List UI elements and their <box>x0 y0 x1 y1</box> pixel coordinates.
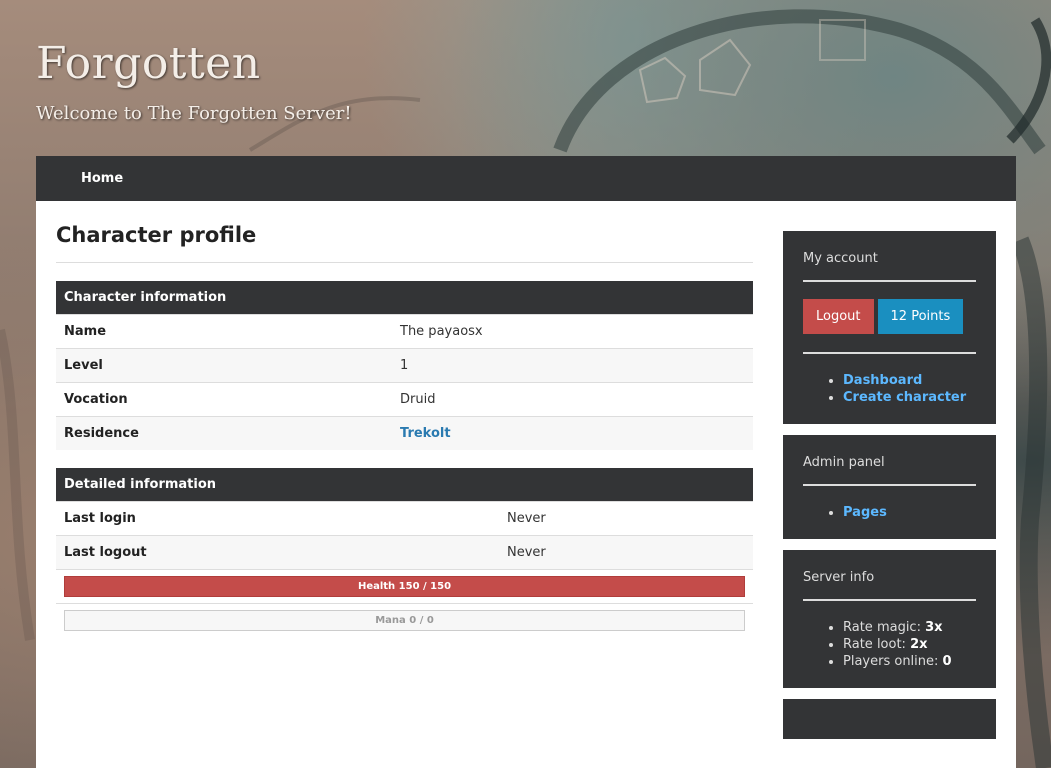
last-logout-label: Last logout <box>56 534 499 569</box>
table-row: Residence Trekolt <box>56 415 753 450</box>
last-login-label: Last login <box>56 500 499 535</box>
table-row: Name The payaosx <box>56 313 753 348</box>
rate-loot-value: 2x <box>910 637 928 652</box>
mana-cell: Mana 0 / 0 <box>56 602 753 637</box>
rate-magic-label: Rate magic: <box>843 620 926 635</box>
nav-home-link[interactable]: Home <box>81 171 123 186</box>
mana-row: Mana 0 / 0 <box>56 602 753 637</box>
points-button[interactable]: 12 Points <box>877 299 964 334</box>
players-online-label: Players online: <box>843 654 943 669</box>
residence-cell: Trekolt <box>392 415 753 450</box>
last-login-value: Never <box>499 500 753 535</box>
health-bar: Health 150 / 150 <box>64 575 745 597</box>
last-logout-value: Never <box>499 534 753 569</box>
list-item: Dashboard <box>843 372 976 389</box>
vocation-label: Vocation <box>56 381 392 416</box>
pages-link[interactable]: Pages <box>843 505 887 520</box>
server-info-list: Rate magic: 3x Rate loot: 2x Players onl… <box>803 601 976 670</box>
my-account-widget: My account Logout 12 Points Dashboard Cr… <box>783 231 996 424</box>
list-item: Pages <box>843 504 976 521</box>
mana-bar: Mana 0 / 0 <box>64 609 745 631</box>
main-column: Character profile Character information … <box>56 201 753 637</box>
account-buttons: Logout 12 Points <box>803 282 976 354</box>
health-cell: Health 150 / 150 <box>56 568 753 603</box>
players-online-value: 0 <box>942 654 952 669</box>
account-links: Dashboard Create character <box>803 354 976 406</box>
admin-links: Pages <box>803 486 976 521</box>
level-label: Level <box>56 347 392 382</box>
sidebar: My account Logout 12 Points Dashboard Cr… <box>783 231 996 750</box>
logout-button[interactable]: Logout <box>803 299 874 334</box>
table-row: Last login Never <box>56 500 753 535</box>
vocation-value: Druid <box>392 381 753 416</box>
health-row: Health 150 / 150 <box>56 568 753 603</box>
level-value: 1 <box>392 347 753 382</box>
server-info-widget: Server info Rate magic: 3x Rate loot: 2x… <box>783 550 996 688</box>
list-item: Rate loot: 2x <box>843 636 976 653</box>
list-item: Create character <box>843 389 976 406</box>
character-info-header: Character information <box>56 281 753 314</box>
detailed-info-header: Detailed information <box>56 468 753 501</box>
create-character-link[interactable]: Create character <box>843 390 966 405</box>
server-info-title: Server info <box>803 570 976 601</box>
rate-loot-label: Rate loot: <box>843 637 911 652</box>
character-info-table: Character information Name The payaosx L… <box>56 281 753 450</box>
list-item: Players online: 0 <box>843 653 976 670</box>
residence-link[interactable]: Trekolt <box>400 426 451 441</box>
table-row: Last logout Never <box>56 534 753 569</box>
name-value: The payaosx <box>392 313 753 348</box>
rate-magic-value: 3x <box>925 620 943 635</box>
list-item: Rate magic: 3x <box>843 619 976 636</box>
site-subtitle: Welcome to The Forgotten Server! <box>36 103 352 124</box>
admin-panel-widget: Admin panel Pages <box>783 435 996 539</box>
site-title[interactable]: Forgotten <box>36 38 352 89</box>
residence-label: Residence <box>56 415 392 450</box>
page-content: Character profile Character information … <box>36 201 1016 768</box>
main-navbar: Home <box>36 156 1016 201</box>
table-row: Level 1 <box>56 347 753 382</box>
my-account-title: My account <box>803 251 976 282</box>
detailed-info-table: Detailed information Last login Never La… <box>56 468 753 637</box>
extra-widget <box>783 699 996 739</box>
page-title: Character profile <box>56 201 753 263</box>
dashboard-link[interactable]: Dashboard <box>843 373 922 388</box>
name-label: Name <box>56 313 392 348</box>
site-header: Forgotten Welcome to The Forgotten Serve… <box>36 38 352 124</box>
admin-panel-title: Admin panel <box>803 455 976 486</box>
table-row: Vocation Druid <box>56 381 753 416</box>
